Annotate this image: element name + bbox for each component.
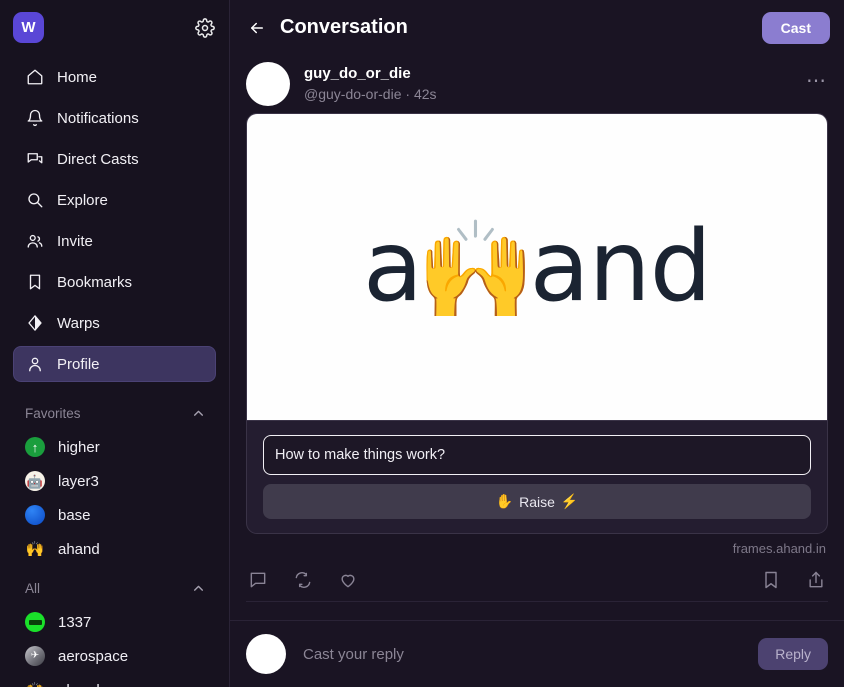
bell-icon [26,109,44,127]
avatar[interactable] [246,634,286,674]
favorites-section: Favorites ↑ higher 🤖 layer3 base 🙌 ahand [0,396,229,566]
raised-hand-icon: ✋ [495,493,514,509]
sidebar-item-label: Direct Casts [57,150,139,168]
cast-container: guy_do_or_die @guy-do-or-die · 42s ⋯ a 🙌… [230,55,844,620]
avatar[interactable] [246,62,290,106]
raise-button-label: Raise [519,493,555,510]
frame-body: ✋ Raise ⚡ [247,421,827,533]
ellipsis-icon[interactable]: ⋯ [806,71,828,97]
channel-item-higher[interactable]: ↑ higher [13,430,216,464]
meta-separator: · [405,85,411,102]
frame-host-label: frames.ahand.in [732,541,826,556]
sidebar: W Home Notifications Direct Casts Explor… [0,0,230,687]
logo-letter: W [21,19,36,36]
gear-icon[interactable] [195,17,215,38]
users-icon [26,232,44,250]
chat-bubbles-icon [26,150,44,168]
channel-avatar: ↑ [25,437,45,457]
channel-label: base [58,506,91,524]
chevron-up-icon[interactable] [192,582,205,595]
favorites-header[interactable]: Favorites [13,396,216,430]
channel-avatar: 🤖 [25,471,45,491]
raise-button[interactable]: ✋ Raise ⚡ [263,484,811,519]
ahand-wordmark: a 🙌 and [363,210,712,324]
channel-avatar: ✈ [25,646,45,666]
sidebar-item-label: Invite [57,232,93,250]
reply-bar: Cast your reply Reply [230,620,844,687]
bookmark-icon[interactable] [761,570,781,590]
favorites-title: Favorites [25,405,81,421]
all-section: All 1337 ✈ aerospace 🙌 ahand [0,571,229,687]
wordmark-right: and [529,210,712,324]
channel-item-aerospace[interactable]: ✈ aerospace [13,639,216,673]
cast-actions [246,558,828,602]
reply-input[interactable]: Cast your reply [303,646,741,663]
sidebar-item-label: Home [57,68,98,86]
channel-label: aerospace [58,647,129,665]
author-handle: @guy-do-or-die [304,85,402,102]
recast-icon[interactable] [293,570,313,590]
home-icon [26,68,44,86]
sidebar-item-direct-casts[interactable]: Direct Casts [13,141,216,177]
sidebar-header: W [0,0,229,55]
main-content: Conversation Cast guy_do_or_die @guy-do-… [230,0,844,687]
app-root: W Home Notifications Direct Casts Explor… [0,0,844,687]
frame-image: a 🙌 and [247,114,827,421]
author-names: guy_do_or_die @guy-do-or-die · 42s [304,64,792,103]
page-title: Conversation [280,16,408,38]
author-display-name[interactable]: guy_do_or_die [304,64,792,84]
channel-item-base[interactable]: base [13,498,216,532]
channel-label: ahand [58,682,100,687]
channel-label: layer3 [58,472,99,490]
channel-item-1337[interactable]: 1337 [13,605,216,639]
share-icon[interactable] [806,570,826,590]
sidebar-item-label: Bookmarks [57,273,133,291]
channel-avatar [25,612,45,632]
author-handle-and-time: @guy-do-or-die · 42s [304,85,792,104]
reply-icon[interactable] [248,570,268,590]
channel-avatar: 🙌 [25,540,45,558]
primary-navigation: Home Notifications Direct Casts Explore … [0,55,229,387]
wordmark-left: a [363,210,423,324]
warpcast-logo[interactable]: W [13,12,44,43]
sidebar-item-label: Explore [57,191,108,209]
sidebar-item-invite[interactable]: Invite [13,223,216,259]
sidebar-item-bookmarks[interactable]: Bookmarks [13,264,216,300]
channel-item-ahand-all[interactable]: 🙌 ahand [13,673,216,687]
raising-hands-icon: 🙌 [416,217,536,324]
sidebar-item-warps[interactable]: Warps [13,305,216,341]
arrow-left-icon[interactable] [248,19,266,37]
cast-timestamp: 42s [413,85,437,102]
sidebar-item-label: Profile [57,355,100,373]
like-icon[interactable] [338,570,358,590]
sidebar-item-notifications[interactable]: Notifications [13,100,216,136]
conversation-header: Conversation Cast [230,0,844,55]
all-header[interactable]: All [13,571,216,605]
sidebar-item-profile[interactable]: Profile [13,346,216,382]
cast-author: guy_do_or_die @guy-do-or-die · 42s ⋯ [246,55,828,113]
chevron-up-icon[interactable] [192,407,205,420]
frame-text-input[interactable] [263,435,811,475]
lightning-icon: ⚡ [560,493,579,509]
frame-card: a 🙌 and ✋ Raise ⚡ [246,113,828,534]
channel-item-ahand-fav[interactable]: 🙌 ahand [13,532,216,566]
channel-item-layer3[interactable]: 🤖 layer3 [13,464,216,498]
diamond-icon [26,314,44,332]
sidebar-item-explore[interactable]: Explore [13,182,216,218]
search-icon [26,191,44,209]
channel-label: 1337 [58,613,92,631]
sidebar-item-home[interactable]: Home [13,59,216,95]
bookmark-icon [26,273,44,291]
sidebar-item-label: Notifications [57,109,139,127]
reply-button[interactable]: Reply [758,638,828,670]
channel-avatar: 🙌 [25,680,45,687]
sidebar-item-label: Warps [57,314,100,332]
channel-avatar [25,505,45,525]
channel-label: ahand [58,540,100,558]
person-icon [26,355,44,373]
cast-button[interactable]: Cast [761,11,830,44]
all-title: All [25,580,41,596]
channel-label: higher [58,438,100,456]
